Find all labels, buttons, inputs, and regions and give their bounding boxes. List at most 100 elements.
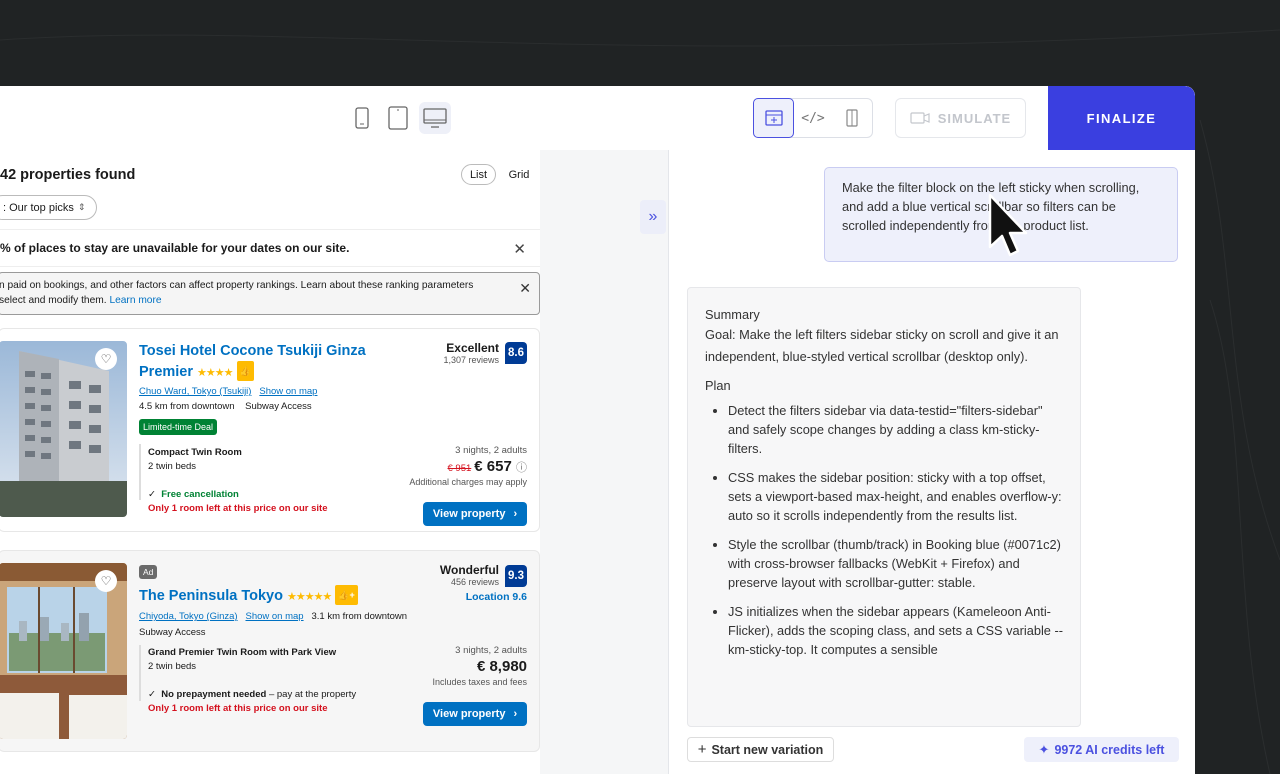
properties-found-heading: 42 properties found bbox=[0, 167, 136, 183]
mobile-view-button[interactable] bbox=[346, 102, 378, 134]
show-on-map-link[interactable]: Show on map bbox=[245, 611, 303, 622]
plan-title: Plan bbox=[705, 378, 731, 393]
summary-goal: Goal: Make the left filters sidebar stic… bbox=[705, 327, 1059, 364]
split-view-button[interactable] bbox=[833, 99, 872, 137]
location-link[interactable]: Chuo Ward, Tokyo (Tsukiji) bbox=[139, 386, 251, 397]
room-info: Grand Premier Twin Room with Park View 2… bbox=[148, 646, 356, 716]
layout-add-icon bbox=[765, 110, 783, 126]
check-icon: ✓ bbox=[148, 689, 156, 700]
hotel-photo[interactable]: ♡ bbox=[0, 563, 127, 739]
location-line: Chuo Ward, Tokyo (Tsukiji) Show on map bbox=[139, 386, 317, 397]
location-score: Location 9.6 bbox=[465, 591, 527, 603]
close-icon[interactable]: ✕ bbox=[513, 240, 526, 258]
grid-toggle[interactable]: Grid bbox=[502, 164, 536, 185]
property-card[interactable]: ♡ Tosei Hotel Cocone Tsukiji Ginza Premi… bbox=[0, 328, 540, 532]
review-summary[interactable]: Excellent 1,307 reviews bbox=[443, 341, 499, 365]
star-rating-icon: ★★★★ bbox=[197, 367, 233, 379]
favorite-heart-icon[interactable]: ♡ bbox=[95, 348, 117, 370]
perk-text: No prepayment needed bbox=[161, 689, 267, 700]
editor-view-group: </> bbox=[753, 98, 873, 138]
plus-icon: + bbox=[697, 741, 707, 758]
stay-length: 3 nights, 2 adults bbox=[455, 645, 527, 656]
code-view-button[interactable]: </> bbox=[793, 99, 832, 137]
expand-panel-chevrons-icon[interactable]: » bbox=[640, 200, 666, 234]
review-count: 456 reviews bbox=[450, 577, 499, 587]
view-property-button[interactable]: View property › bbox=[423, 502, 527, 526]
charges-note: Additional charges may apply bbox=[409, 477, 527, 487]
plan-item: Detect the filters sidebar via data-test… bbox=[728, 401, 1063, 458]
plan-item: Style the scrollbar (thumb/track) in Boo… bbox=[728, 535, 1063, 592]
room-name: Grand Premier Twin Room with Park View bbox=[148, 647, 337, 658]
plan-item: CSS makes the sidebar position: sticky w… bbox=[728, 468, 1063, 525]
sort-chevron-icon: ⇕ bbox=[77, 202, 86, 212]
simulate-button[interactable]: SIMULATE bbox=[895, 98, 1026, 138]
scarcity-text: Only 1 room left at this price on our si… bbox=[148, 703, 328, 714]
distance-text: 3.1 km from downtown bbox=[311, 611, 408, 622]
score-badge: 9.3 bbox=[505, 565, 527, 587]
room-divider bbox=[139, 444, 141, 500]
site-preview[interactable]: 42 properties found List Grid : Our top … bbox=[0, 150, 669, 774]
ranking-text-line1: n paid on bookings, and other factors ca… bbox=[0, 280, 474, 291]
review-summary[interactable]: Wonderful 456 reviews bbox=[440, 563, 499, 587]
check-icon: ✓ bbox=[148, 489, 156, 500]
visual-editor-button[interactable] bbox=[753, 98, 795, 138]
tablet-icon bbox=[388, 106, 408, 130]
location-link[interactable]: Chiyoda, Tokyo (Ginza) bbox=[139, 611, 238, 622]
sparkle-icon: ✦ bbox=[1038, 741, 1050, 757]
plan-item: JS initializes when the sidebar appears … bbox=[728, 602, 1063, 659]
room-beds: 2 twin beds bbox=[148, 661, 197, 672]
simulate-label: SIMULATE bbox=[937, 110, 1012, 126]
show-on-map-link[interactable]: Show on map bbox=[259, 386, 317, 397]
ranking-text-line2: select and modify them. bbox=[0, 295, 107, 306]
hotel-name-line1: Tosei Hotel Cocone Tsukiji Ginza bbox=[139, 343, 366, 359]
top-toolbar: </> SIMULATE FINALIZE bbox=[0, 86, 1195, 150]
charges-note: Includes taxes and fees bbox=[432, 677, 527, 687]
thumbs-up-badge-icon: 👍 bbox=[236, 361, 254, 381]
score-word: Excellent bbox=[446, 341, 499, 355]
price-block: 3 nights, 2 adults € 8,980 Includes taxe… bbox=[432, 645, 527, 687]
scarcity-text: Only 1 room left at this price on our si… bbox=[148, 503, 328, 514]
tablet-view-button[interactable] bbox=[382, 102, 414, 134]
review-count: 1,307 reviews bbox=[443, 355, 499, 365]
chevron-right-icon: › bbox=[513, 708, 518, 720]
finalize-button[interactable]: FINALIZE bbox=[1048, 86, 1195, 150]
hotel-name[interactable]: The Peninsula Tokyo ★★★★★ 👍+ bbox=[139, 585, 358, 607]
price-block: 3 nights, 2 adults € 951 € 657 ⓘ Addition… bbox=[409, 445, 527, 487]
close-icon[interactable]: ✕ bbox=[519, 281, 531, 296]
hotel-photo[interactable]: ♡ bbox=[0, 341, 127, 517]
view-property-button[interactable]: View property › bbox=[423, 702, 527, 726]
ai-credits-badge: ✦ 9972 AI credits left bbox=[1024, 737, 1179, 762]
learn-more-link[interactable]: Learn more bbox=[109, 295, 161, 306]
new-variation-label: Start new variation bbox=[711, 742, 824, 757]
deal-badge: Limited-time Deal bbox=[139, 419, 218, 435]
credits-label: 9972 AI credits left bbox=[1054, 742, 1165, 757]
room-beds: 2 twin beds bbox=[148, 461, 197, 472]
sort-label: : Our top picks bbox=[3, 201, 74, 214]
access-text: Subway Access bbox=[245, 401, 312, 412]
availability-text: % of places to stay are unavailable for … bbox=[0, 241, 350, 255]
property-card[interactable]: ♡ Ad The Peninsula Tokyo ★★★★★ 👍+ Chiyod… bbox=[0, 550, 540, 752]
list-toggle[interactable]: List bbox=[461, 164, 496, 185]
room-info: Compact Twin Room 2 twin beds ✓ Free can… bbox=[148, 446, 327, 516]
code-icon: </> bbox=[801, 110, 825, 126]
stay-length: 3 nights, 2 adults bbox=[455, 445, 527, 456]
view-property-label: View property bbox=[432, 708, 506, 720]
chevron-right-icon: › bbox=[513, 508, 518, 520]
score-word: Wonderful bbox=[439, 563, 499, 577]
access-text: Subway Access bbox=[139, 627, 206, 638]
split-panel-icon bbox=[846, 109, 858, 127]
start-new-variation-button[interactable]: + Start new variation bbox=[687, 737, 834, 762]
mobile-icon bbox=[355, 107, 369, 129]
sort-dropdown[interactable]: : Our top picks ⇕ bbox=[0, 195, 97, 220]
ai-response-summary[interactable]: Summary Goal: Make the left filters side… bbox=[687, 287, 1081, 727]
mouse-cursor-icon bbox=[988, 193, 1028, 257]
room-name: Compact Twin Room bbox=[148, 447, 242, 458]
desktop-view-button[interactable] bbox=[419, 102, 451, 134]
ranking-notice: n paid on bookings, and other factors ca… bbox=[0, 272, 540, 315]
view-property-label: View property bbox=[432, 508, 506, 520]
favorite-heart-icon[interactable]: ♡ bbox=[95, 570, 117, 592]
hotel-name[interactable]: Tosei Hotel Cocone Tsukiji Ginza Premier… bbox=[139, 341, 366, 383]
ad-badge: Ad bbox=[139, 565, 158, 579]
old-price: € 951 bbox=[447, 463, 472, 474]
availability-notice: % of places to stay are unavailable for … bbox=[0, 229, 540, 267]
